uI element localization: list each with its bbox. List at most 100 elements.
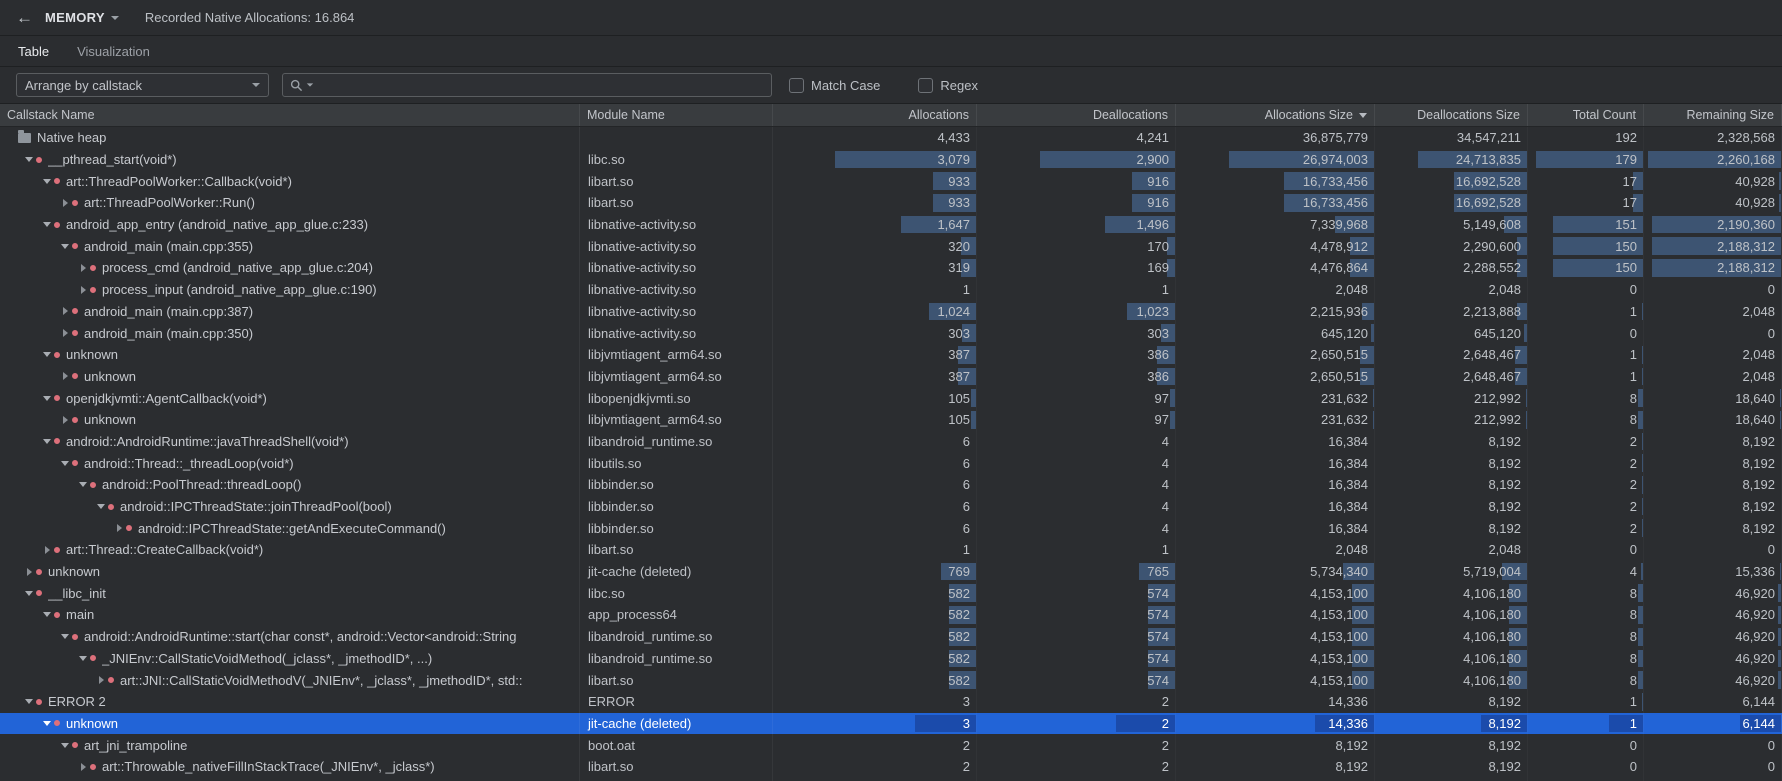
column-header-allocations-size[interactable]: Allocations Size [1176, 104, 1375, 126]
tab-table[interactable]: Table [18, 36, 49, 66]
cell-remaining-size: 15,336 [1644, 561, 1782, 583]
expand-arrow-icon[interactable] [40, 344, 54, 366]
expand-arrow-icon[interactable] [40, 604, 54, 626]
expand-arrow-icon[interactable] [22, 149, 36, 171]
cell-allocations: 1,024 [773, 301, 977, 323]
table-row[interactable]: unknown jit-cache (deleted) 3 2 14,336 8… [0, 713, 1782, 735]
column-header-deallocations-size[interactable]: Deallocations Size [1375, 104, 1528, 126]
expand-arrow-icon[interactable] [76, 474, 90, 496]
expand-arrow-icon[interactable] [76, 279, 90, 301]
table-row[interactable]: openjdkjvmti::AgentCallback(void*) libop… [0, 387, 1782, 409]
cell-allocations-size: 7,339,968 [1176, 214, 1375, 236]
expand-arrow-icon[interactable] [58, 235, 72, 257]
arrange-dropdown[interactable]: Arrange by callstack [16, 73, 269, 97]
expand-arrow-icon[interactable] [94, 669, 108, 691]
table-row[interactable]: main app_process64 582 574 4,153,100 4,1… [0, 604, 1782, 626]
table-row[interactable]: android::IPCThreadState::getAndExecuteCo… [0, 517, 1782, 539]
callstack-cell: android::IPCThreadState::getAndExecuteCo… [0, 517, 580, 539]
expand-arrow-icon[interactable] [58, 452, 72, 474]
table-row[interactable]: android::PoolThread::threadLoop() libbin… [0, 474, 1782, 496]
expand-arrow-icon[interactable] [22, 691, 36, 713]
table-row[interactable]: android::AndroidRuntime::start(char cons… [0, 626, 1782, 648]
tree-indent [0, 701, 22, 702]
tab-visualization[interactable]: Visualization [77, 36, 150, 66]
table-row[interactable]: unknown jit-cache (deleted) 769 765 5,73… [0, 561, 1782, 583]
expand-arrow-icon[interactable] [58, 734, 72, 756]
column-header-total-count[interactable]: Total Count [1528, 104, 1644, 126]
table-row[interactable]: process_input (android_native_app_glue.c… [0, 279, 1782, 301]
back-button[interactable]: ← [16, 9, 33, 26]
column-header-allocations[interactable]: Allocations [773, 104, 977, 126]
tree-indent [0, 549, 40, 550]
table-row[interactable]: android::AndroidRuntime::javaThreadShell… [0, 431, 1782, 453]
table-row[interactable]: android_main (main.cpp:387) libnative-ac… [0, 301, 1782, 323]
table-row[interactable]: __libc_init libc.so 582 574 4,153,100 4,… [0, 582, 1782, 604]
table-row[interactable]: android::Thread::_threadLoop(void*) libu… [0, 452, 1782, 474]
expand-arrow-icon[interactable] [40, 539, 54, 561]
cell-deallocations-size: 8,192 [1375, 431, 1528, 453]
column-header-module-name[interactable]: Module Name [580, 104, 773, 126]
table-row[interactable]: unknown libjvmtiagent_arm64.so 387 386 2… [0, 366, 1782, 388]
table-row[interactable]: ERROR 2 ERROR 3 2 14,336 8,192 1 6,144 [0, 691, 1782, 713]
callstack-label: Native heap [37, 130, 106, 145]
callsite-icon [72, 308, 78, 314]
table-row[interactable] [0, 778, 1782, 781]
table-row[interactable]: process_cmd (android_native_app_glue.c:2… [0, 257, 1782, 279]
expand-arrow-icon[interactable] [58, 409, 72, 431]
table-row[interactable]: art_jni_trampoline boot.oat 2 2 8,192 8,… [0, 734, 1782, 756]
expand-arrow-icon[interactable] [40, 713, 54, 735]
table-row[interactable]: android::IPCThreadState::joinThreadPool(… [0, 496, 1782, 518]
module-cell: libart.so [580, 539, 773, 561]
callsite-icon [90, 287, 96, 293]
expand-arrow-icon[interactable] [40, 431, 54, 453]
expand-arrow-icon[interactable] [94, 496, 108, 518]
expand-arrow-icon[interactable] [112, 517, 126, 539]
cell-allocations: 6 [773, 431, 977, 453]
table-row[interactable]: art::JNI::CallStaticVoidMethodV(_JNIEnv*… [0, 669, 1782, 691]
column-header-remaining-size[interactable]: Remaining Size [1644, 104, 1782, 126]
table-row[interactable]: __pthread_start(void*) libc.so 3,079 2,9… [0, 149, 1782, 171]
cell-remaining-size: 8,192 [1644, 517, 1782, 539]
search-input[interactable] [321, 75, 764, 95]
table-header: Callstack Name Module Name Allocations D… [0, 104, 1782, 127]
table-row[interactable]: android_main (main.cpp:350) libnative-ac… [0, 322, 1782, 344]
callstack-cell [0, 778, 580, 781]
table-row[interactable]: art::ThreadPoolWorker::Callback(void*) l… [0, 170, 1782, 192]
expand-arrow-icon[interactable] [40, 214, 54, 236]
expand-arrow-icon[interactable] [40, 170, 54, 192]
expand-arrow-icon[interactable] [4, 127, 18, 149]
table-row[interactable]: android_main (main.cpp:355) libnative-ac… [0, 235, 1782, 257]
search-box[interactable] [282, 73, 772, 97]
expand-arrow-icon[interactable] [58, 626, 72, 648]
cell-deallocations: 1,496 [977, 214, 1176, 236]
callstack-label: unknown [66, 716, 118, 731]
expand-arrow-icon[interactable] [58, 192, 72, 214]
session-selector[interactable]: MEMORY [45, 10, 119, 25]
cell-allocations-size: 2,650,515 [1176, 344, 1375, 366]
expand-arrow-icon[interactable] [76, 756, 90, 778]
table-row[interactable]: unknown libjvmtiagent_arm64.so 105 97 23… [0, 409, 1782, 431]
expand-arrow-icon[interactable] [58, 366, 72, 388]
expand-arrow-icon[interactable] [40, 387, 54, 409]
expand-arrow-icon[interactable] [58, 301, 72, 323]
expand-arrow-icon[interactable] [76, 778, 90, 781]
table-row[interactable]: _JNIEnv::CallStaticVoidMethod(_jclass*, … [0, 648, 1782, 670]
table-row[interactable]: android_app_entry (android_native_app_gl… [0, 214, 1782, 236]
expand-arrow-icon[interactable] [58, 322, 72, 344]
regex-checkbox[interactable]: Regex [918, 78, 978, 93]
table-row[interactable]: Native heap 4,433 4,241 36,875,779 34,54… [0, 127, 1782, 149]
expand-arrow-icon[interactable] [22, 561, 36, 583]
table-row[interactable]: art::Throwable_nativeFillInStackTrace(_J… [0, 756, 1782, 778]
tree-indent [0, 658, 76, 659]
expand-arrow-icon[interactable] [22, 582, 36, 604]
table-row[interactable]: art::ThreadPoolWorker::Run() libart.so 9… [0, 192, 1782, 214]
expand-arrow-icon[interactable] [76, 257, 90, 279]
table-row[interactable]: art::Thread::CreateCallback(void*) libar… [0, 539, 1782, 561]
column-header-deallocations[interactable]: Deallocations [977, 104, 1176, 126]
cell-deallocations-size: 2,648,467 [1375, 366, 1528, 388]
table-row[interactable]: unknown libjvmtiagent_arm64.so 387 386 2… [0, 344, 1782, 366]
match-case-checkbox[interactable]: Match Case [789, 78, 880, 93]
callsite-icon [54, 222, 60, 228]
column-header-callstack-name[interactable]: Callstack Name [0, 104, 580, 126]
expand-arrow-icon[interactable] [76, 648, 90, 670]
